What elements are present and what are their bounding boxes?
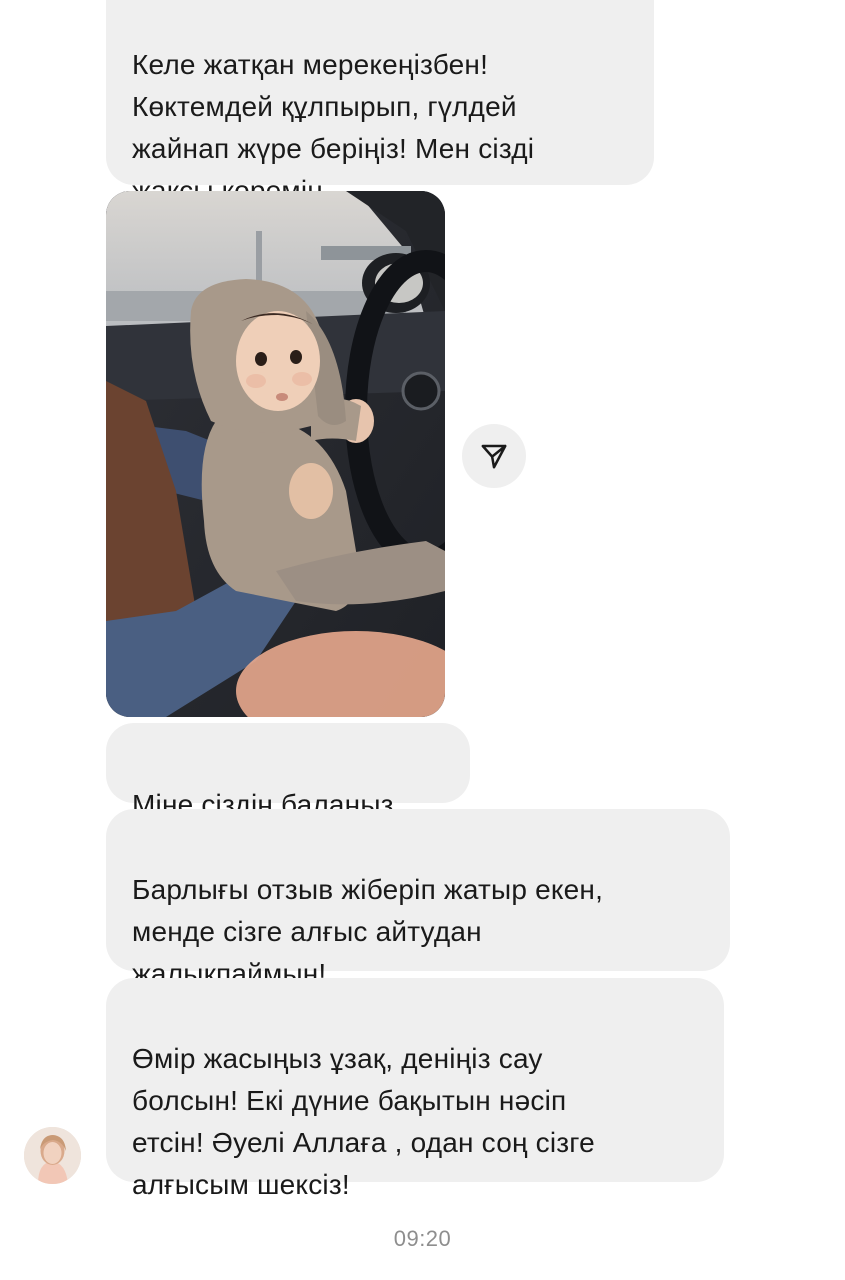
paper-plane-icon [481, 444, 507, 469]
message-bubble[interactable]: Өмір жасыңыз ұзақ, деніңіз сау болсын! Е… [106, 978, 724, 1200]
message-bubble[interactable]: Міне сіздің балаңыз [106, 723, 470, 820]
sender-avatar[interactable] [24, 1127, 81, 1184]
message-text: Өмір жасыңыз ұзақ, деніңіз сау болсын! Е… [132, 1043, 595, 1200]
share-button[interactable] [462, 424, 526, 488]
message-bubble[interactable]: Келе жатқан мерекеңізбен! Көктемдей құлп… [106, 0, 654, 206]
message-bubble[interactable]: Барлығы отзыв жіберіп жатыр екен, менде … [106, 809, 730, 989]
photo-message[interactable] [106, 191, 445, 717]
baby-photo-image [106, 191, 445, 717]
message-text: Келе жатқан мерекеңізбен! Көктемдей құлп… [132, 49, 535, 206]
message-text: Барлығы отзыв жіберіп жатыр екен, менде … [132, 874, 604, 989]
avatar-image [24, 1127, 81, 1184]
message-timestamp: 09:20 [393, 1226, 452, 1251]
